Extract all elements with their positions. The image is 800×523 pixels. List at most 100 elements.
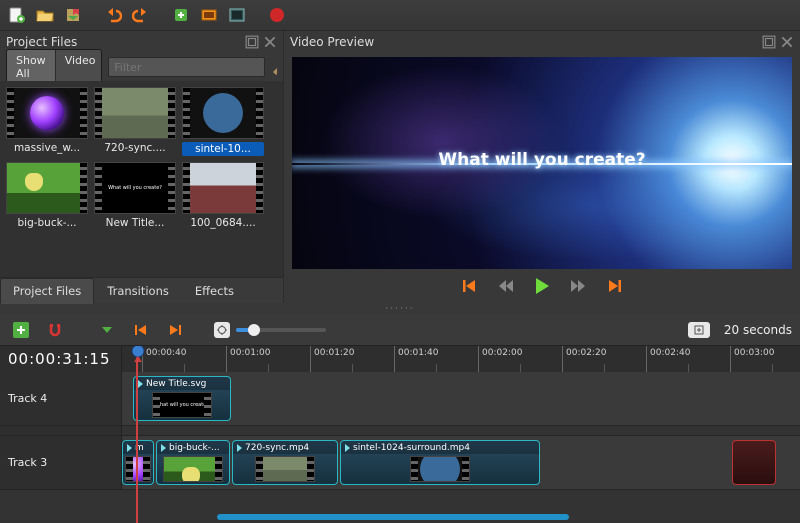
asset-label: New Title... [94, 217, 176, 229]
asset-thumbnail [182, 162, 264, 214]
new-project-button[interactable] [4, 2, 30, 28]
timeline-clip[interactable]: 720-sync.mp4 [232, 440, 338, 485]
asset-item[interactable]: massive_w... [6, 87, 88, 156]
clip-header: m [123, 441, 153, 454]
asset-label: massive_w... [6, 142, 88, 154]
preview-canvas[interactable]: What will you create? [292, 57, 792, 269]
tab-project-files[interactable]: Project Files [0, 278, 94, 304]
import-files-button[interactable] [168, 2, 194, 28]
video-preview-title: Video Preview [290, 35, 374, 49]
timeline-clip[interactable]: big-buck-... [156, 440, 230, 485]
open-project-button[interactable] [32, 2, 58, 28]
asset-label: 100_0684.... [182, 217, 264, 229]
detach-icon[interactable] [245, 35, 259, 49]
play-button[interactable] [531, 275, 553, 297]
playhead-handle-icon[interactable] [130, 345, 146, 364]
timeline-clip[interactable]: New Title.svgWhat will you create? [133, 376, 231, 421]
undo-button[interactable] [100, 2, 126, 28]
clip-expand-icon [161, 444, 166, 452]
zoom-slider[interactable] [236, 328, 326, 332]
asset-label: 720-sync.... [94, 142, 176, 154]
clip-label: big-buck-... [169, 443, 220, 453]
timeline-clip[interactable]: sintel-1024-surround.mp4 [340, 440, 540, 485]
timeline-scrollbar[interactable] [122, 513, 800, 521]
next-marker-button[interactable] [162, 317, 188, 343]
close-panel-icon[interactable] [263, 35, 277, 49]
time-ruler[interactable]: 00:00:4000:01:0000:01:2000:01:4000:02:00… [122, 346, 800, 372]
save-project-button[interactable] [60, 2, 86, 28]
track-spacer [0, 426, 800, 436]
asset-item[interactable]: What will you create? New Title... [94, 162, 176, 229]
project-files-title: Project Files [6, 35, 77, 49]
choose-profile-button[interactable] [196, 2, 222, 28]
track-body[interactable]: m big-buck-... 720-sync.mp4 sintel-1024-sur… [122, 436, 800, 489]
filter-show-all[interactable]: Show All [7, 50, 56, 84]
zoom-level-badge[interactable] [688, 322, 710, 338]
rewind-button[interactable] [495, 275, 517, 297]
jump-end-button[interactable] [603, 275, 625, 297]
fast-forward-button[interactable] [567, 275, 589, 297]
jump-start-button[interactable] [459, 275, 481, 297]
asset-label: big-buck-... [6, 217, 88, 229]
main-toolbar [0, 0, 800, 31]
asset-thumbnail: What will you create? [94, 162, 176, 214]
asset-item[interactable]: 100_0684.... [182, 162, 264, 229]
close-panel-icon[interactable] [780, 35, 794, 49]
clip-expand-icon [345, 444, 350, 452]
playhead[interactable] [136, 346, 138, 523]
tab-effects[interactable]: Effects [182, 278, 247, 304]
center-playhead-button[interactable] [214, 322, 230, 338]
asset-thumbnail [6, 87, 88, 139]
asset-label: sintel-10... [182, 142, 264, 156]
add-track-button[interactable] [8, 317, 34, 343]
track-header[interactable]: Track 3 [0, 436, 122, 489]
asset-item[interactable]: 720-sync.... [94, 87, 176, 156]
project-files-panel: Project Files Show All Video Audio Image… [0, 31, 284, 303]
clip-label: sintel-1024-surround.mp4 [353, 443, 470, 453]
filter-input[interactable] [108, 57, 265, 77]
clip-expand-icon [127, 444, 132, 452]
track-body[interactable]: New Title.svgWhat will you create? [122, 372, 800, 425]
asset-thumbnail [94, 87, 176, 139]
asset-item[interactable]: big-buck-... [6, 162, 88, 229]
clip-header: big-buck-... [157, 441, 229, 454]
zoom-control [214, 322, 326, 338]
clear-filter-icon[interactable] [269, 58, 277, 76]
clip-label: New Title.svg [146, 379, 206, 389]
timeline-clip[interactable]: m [122, 440, 154, 485]
video-preview-header: Video Preview [284, 31, 800, 53]
fullscreen-button[interactable] [224, 2, 250, 28]
add-marker-button[interactable] [94, 317, 120, 343]
asset-thumbnail [182, 87, 264, 139]
video-preview-panel: Video Preview What will you create? [284, 31, 800, 303]
asset-grid: massive_w... 720-sync.... sintel-10... big-… [0, 81, 283, 277]
detach-icon[interactable] [762, 35, 776, 49]
asset-filter-bar: Show All Video Audio Image [0, 53, 283, 81]
clip-expand-icon [138, 380, 143, 388]
clip-label: 720-sync.mp4 [245, 443, 309, 453]
snap-button[interactable] [42, 317, 68, 343]
clip-expand-icon [237, 444, 242, 452]
redo-button[interactable] [128, 2, 154, 28]
track-4: Track 4 New Title.svgWhat will you creat… [0, 372, 800, 426]
track-3: Track 3 m big-buck-... 720-sync.mp4 sintel-… [0, 436, 800, 490]
export-video-button[interactable] [264, 2, 290, 28]
clip-header: 720-sync.mp4 [233, 441, 337, 454]
prev-marker-button[interactable] [128, 317, 154, 343]
clip-header: New Title.svg [134, 377, 230, 390]
preview-overlay-text: What will you create? [438, 150, 645, 170]
track-header[interactable]: Track 4 [0, 372, 122, 425]
playback-controls [284, 269, 800, 303]
filter-video[interactable]: Video [56, 50, 103, 84]
tab-transitions[interactable]: Transitions [94, 278, 182, 304]
timeline-clip[interactable] [732, 440, 776, 485]
asset-thumbnail [6, 162, 88, 214]
zoom-level-label: 20 seconds [724, 323, 792, 337]
timecode-display[interactable]: 00:00:31:15 [0, 346, 122, 372]
clip-header: sintel-1024-surround.mp4 [341, 441, 539, 454]
panel-tabs: Project Files Transitions Effects [0, 277, 283, 303]
timeline: 00:00:31:15 00:00:4000:01:0000:01:2000:0… [0, 345, 800, 523]
timeline-toolbar: 20 seconds [0, 315, 800, 345]
panel-divider[interactable]: ······ [0, 303, 800, 315]
asset-item[interactable]: sintel-10... [182, 87, 264, 156]
